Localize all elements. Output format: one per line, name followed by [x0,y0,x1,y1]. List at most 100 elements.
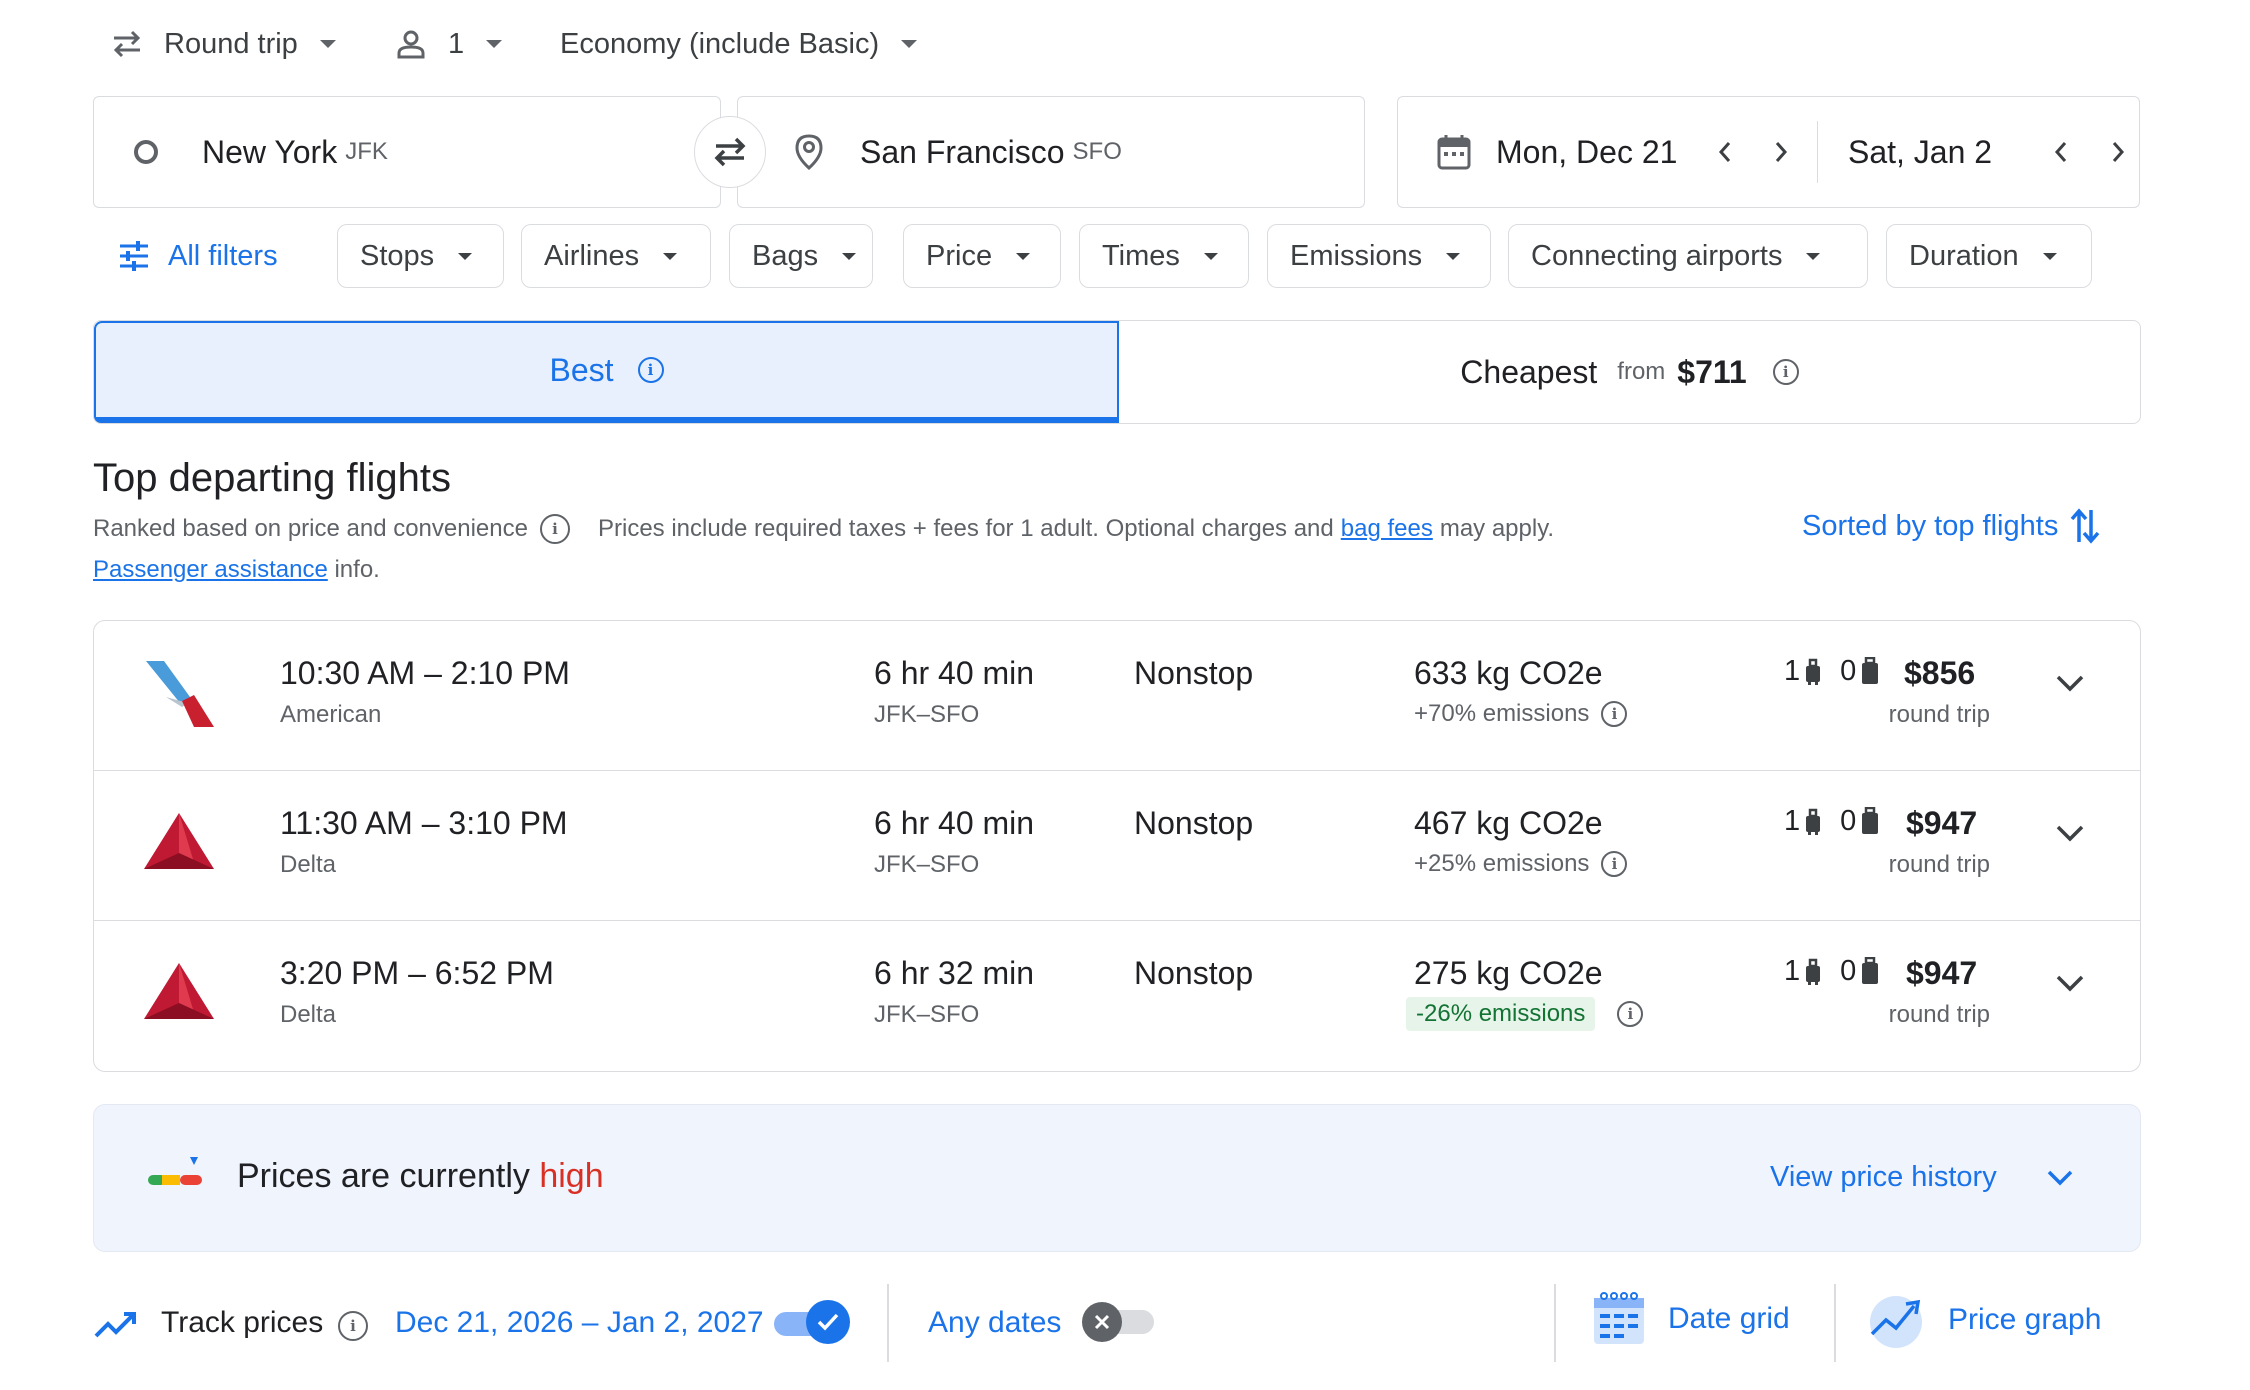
flight-duration: 6 hr 40 min [874,655,1035,691]
delta-logo [144,811,214,871]
chip-label: Duration [1909,239,2019,272]
checked-bag-count: 0 [1840,655,1857,687]
filter-times[interactable]: Times [1079,224,1249,288]
filter-price[interactable]: Price [903,224,1061,288]
date-grid-icon [1592,1290,1646,1348]
info-icon[interactable]: i [1772,359,1799,385]
price-graph-button[interactable]: Price graph [1866,1290,2101,1350]
price-level-indicator-icon [146,1155,206,1191]
cabin-class-label: Economy (include Basic) [560,27,880,60]
info-icon[interactable]: i [1601,851,1628,877]
view-price-history-label: View price history [1770,1161,1997,1193]
emissions-line: +25% emissions i [1414,850,1628,878]
flight-duration: 6 hr 40 min [874,805,1035,841]
depart-date[interactable]: Mon, Dec 21 [1496,134,1703,171]
tab-cheapest[interactable]: Cheapest from $711 i [1119,321,2140,423]
filter-duration[interactable]: Duration [1886,224,2092,288]
origin-field[interactable]: New York JFK [93,96,721,208]
swap-arrows-icon [110,29,144,59]
passenger-count: 1 [448,27,465,60]
chevron-down-icon [2045,1168,2075,1188]
bag-allowance: 1 0 [1784,805,1880,838]
filter-airlines[interactable]: Airlines [521,224,711,288]
chevron-down-icon [901,40,918,48]
info-icon[interactable]: i [539,514,570,544]
chip-label: Emissions [1290,239,1423,272]
origin-circle-icon [132,138,160,166]
chip-label: Airlines [544,239,640,272]
flight-duration: 6 hr 32 min [874,955,1035,991]
all-filters-label: All filters [168,239,278,272]
info-icon[interactable]: i [1601,701,1628,727]
passenger-select[interactable]: 1 [396,20,503,68]
depart-prev-button[interactable] [1703,130,1746,174]
info-icon[interactable]: i [637,357,664,383]
filter-stops[interactable]: Stops [337,224,504,288]
trip-type-select[interactable]: Round trip [110,20,336,68]
close-icon [1082,1302,1122,1342]
date-range-field[interactable]: Mon, Dec 21 Sat, Jan 2 [1397,96,2140,208]
any-dates-toggle[interactable] [1082,1302,1156,1342]
prices-note: Prices include required taxes + fees for… [597,515,1334,542]
carry-on-bag-icon [1804,658,1822,686]
price-insight-banner: Prices are currently high View price his… [93,1104,2141,1252]
bag-allowance: 1 0 [1784,655,1880,688]
date-grid-button[interactable]: Date grid [1592,1290,1790,1348]
date-divider [1816,121,1818,183]
expand-chevron-icon[interactable] [2054,973,2086,993]
passenger-assistance-line: Passenger assistance info. [93,556,380,584]
carry-on-bag-icon [1804,808,1822,836]
chip-label: Stops [360,239,435,272]
swap-icon [710,135,750,169]
price-level-text: Prices are currently high [237,1157,604,1196]
return-prev-button[interactable] [2040,130,2083,174]
all-filters-button[interactable]: All filters [118,232,278,280]
flight-times: 10:30 AM – 2:10 PM [280,655,570,691]
sort-button[interactable]: Sorted by top flights [1802,506,2102,546]
airline-name: American [280,701,382,728]
emissions-change: +25% emissions [1414,850,1590,877]
filter-bags[interactable]: Bags [729,224,873,288]
tab-best[interactable]: Best i [94,321,1119,423]
trip-type: round trip [1888,1001,1990,1028]
flight-row[interactable]: 10:30 AM – 2:10 PM American 6 hr 40 min … [94,621,2140,771]
flight-times: 3:20 PM – 6:52 PM [280,955,554,991]
view-price-history-button[interactable]: View price history [1770,1161,2075,1194]
swap-locations-button[interactable] [694,116,766,188]
carry-on-bag-icon [1804,958,1822,986]
co2-amount: 275 kg CO2e [1414,955,1603,991]
flight-row[interactable]: 3:20 PM – 6:52 PM Delta 6 hr 32 min JFK–… [94,921,2140,1071]
track-dates-toggle[interactable] [774,1300,850,1344]
bag-allowance: 1 0 [1784,955,1880,988]
emissions-change: +70% emissions [1414,700,1590,727]
calendar-icon [1436,133,1472,171]
info-icon[interactable]: i [338,1311,368,1341]
co2-amount: 467 kg CO2e [1414,805,1603,841]
chevron-down-icon [663,252,678,260]
flight-row[interactable]: 11:30 AM – 3:10 PM Delta 6 hr 40 min JFK… [94,771,2140,921]
cabin-class-select[interactable]: Economy (include Basic) [560,20,918,68]
expand-chevron-icon[interactable] [2054,673,2086,693]
chevron-down-icon [1203,252,1218,260]
sort-arrows-icon [2068,506,2102,546]
return-next-button[interactable] [2096,130,2139,174]
filter-emissions[interactable]: Emissions [1267,224,1491,288]
divider [1554,1284,1556,1362]
bag-fees-link[interactable]: bag fees [1341,515,1433,543]
checked-bag-count: 0 [1840,805,1857,837]
filter-connecting-airports[interactable]: Connecting airports [1508,224,1868,288]
chip-label: Bags [752,239,819,272]
flight-stops: Nonstop [1134,805,1254,841]
expand-chevron-icon[interactable] [2054,823,2086,843]
info-icon[interactable]: i [1617,1001,1644,1027]
tab-cheapest-label: Cheapest [1460,353,1598,390]
flight-stops: Nonstop [1134,955,1254,991]
depart-next-button[interactable] [1760,130,1803,174]
return-date[interactable]: Sat, Jan 2 [1848,134,2040,171]
tab-cheapest-from: from [1617,358,1666,385]
destination-field[interactable]: San Francisco SFO [737,96,1365,208]
chevron-down-icon [2042,252,2057,260]
chip-label: Times [1102,239,1180,272]
tab-best-label: Best [549,351,614,388]
passenger-assistance-link[interactable]: Passenger assistance [93,556,328,583]
